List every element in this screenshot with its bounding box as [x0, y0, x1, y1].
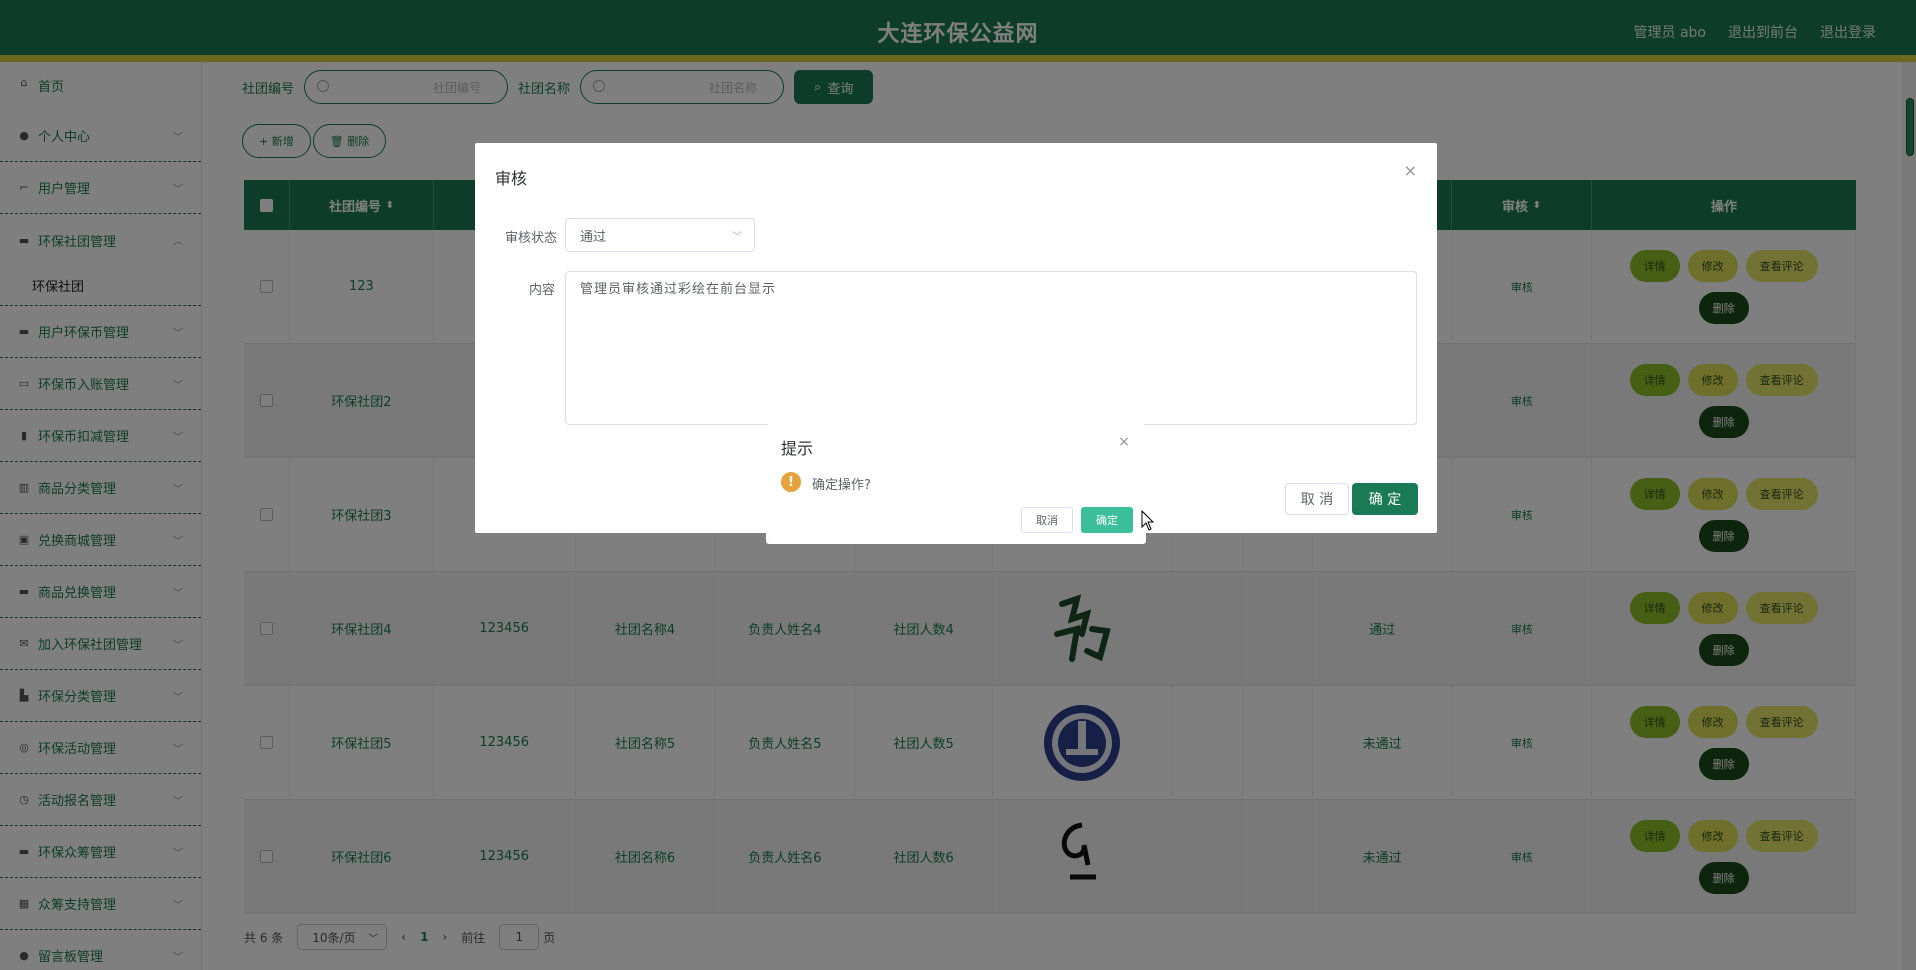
confirm-title: 提示: [781, 439, 814, 458]
chevron-down-icon: ﹀: [732, 231, 742, 243]
audit-cancel-button[interactable]: 取 消: [1285, 483, 1349, 515]
audit-content-textarea[interactable]: 管理员审核通过彩绘在前台显示: [565, 271, 1417, 425]
audit-status-label: 审核状态: [505, 231, 558, 246]
confirm-message: 确定操作?: [812, 478, 871, 493]
audit-confirm-button[interactable]: 确 定: [1352, 483, 1418, 515]
confirm-cancel-button[interactable]: 取消: [1021, 507, 1073, 533]
mouse-cursor-icon: [1141, 510, 1155, 531]
audit-dialog-title: 审核: [495, 169, 528, 188]
audit-status-select[interactable]: 通过 ﹀: [565, 218, 755, 252]
close-icon[interactable]: ×: [1118, 434, 1130, 450]
audit-status-value: 通过: [580, 229, 607, 245]
audit-content-label: 内容: [529, 283, 556, 298]
confirm-ok-button[interactable]: 确定: [1081, 507, 1133, 533]
warning-icon: !: [781, 472, 801, 492]
close-icon[interactable]: ×: [1404, 161, 1417, 180]
confirm-messagebox: 提示 × ! 确定操作? 取消 确定: [766, 424, 1146, 544]
